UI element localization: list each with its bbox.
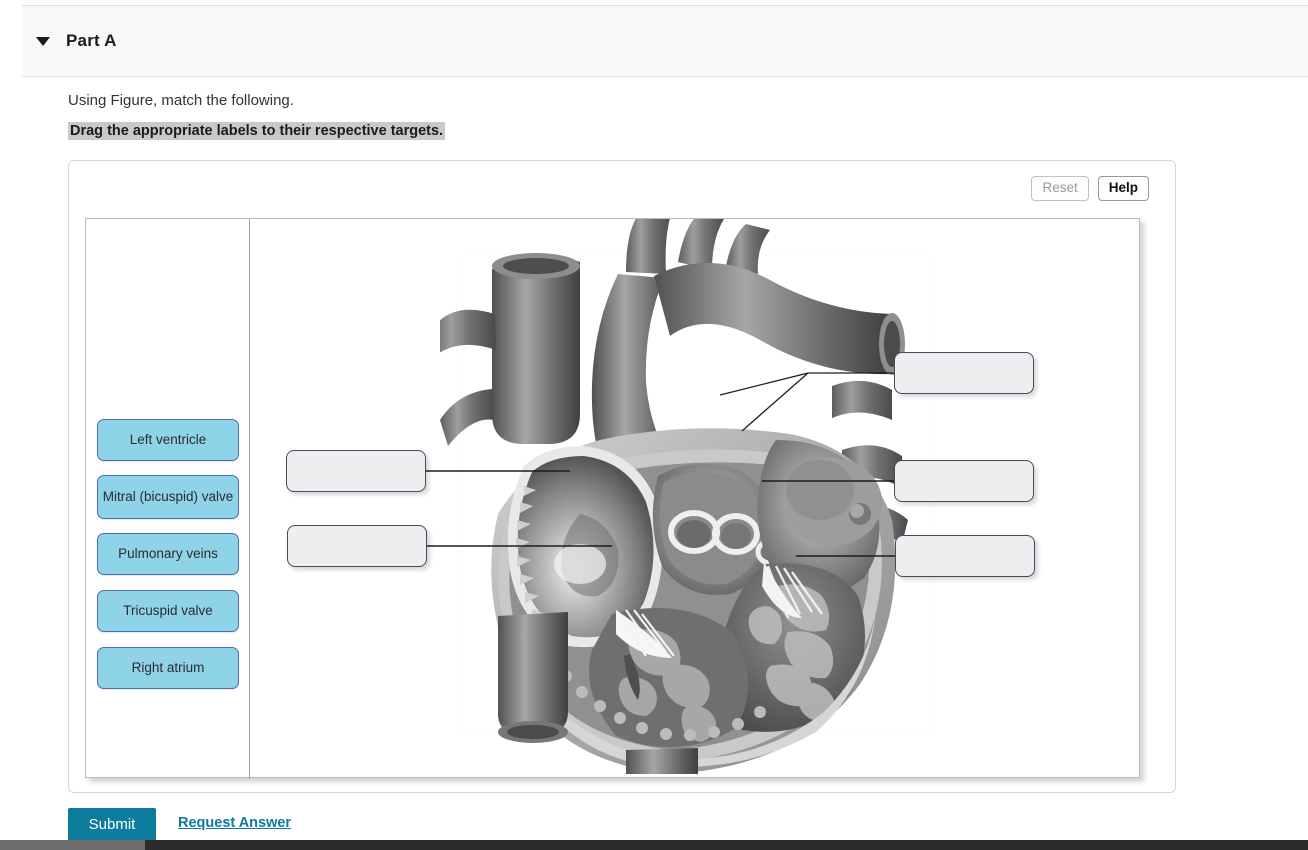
submit-button[interactable]: Submit (68, 808, 156, 841)
drop-target-right-lower[interactable] (895, 535, 1035, 577)
draggable-label-pulmonary-veins[interactable]: Pulmonary veins (97, 533, 239, 575)
drop-target-left-lower[interactable] (287, 525, 427, 567)
page-title: Part A (66, 31, 117, 51)
question-intro: Using Figure, match the following. (68, 92, 294, 109)
reset-button[interactable]: Reset (1031, 176, 1088, 201)
drop-target-right-upper[interactable] (894, 352, 1034, 394)
draggable-label-left-ventricle[interactable]: Left ventricle (97, 419, 239, 461)
activity-panel: Reset Help Left ventricle Mitral (bicusp… (68, 160, 1176, 793)
drop-target-left-upper[interactable] (286, 450, 426, 492)
draggable-label-mitral-valve[interactable]: Mitral (bicuspid) valve (97, 475, 239, 519)
help-button[interactable]: Help (1098, 176, 1149, 201)
question-instruction: Drag the appropriate labels to their res… (68, 122, 445, 140)
horizontal-scrollbar[interactable] (0, 840, 1308, 850)
heart-anatomy-illustration (440, 219, 970, 774)
chevron-down-icon[interactable] (36, 37, 50, 46)
draggable-label-right-atrium[interactable]: Right atrium (97, 647, 239, 689)
page-root: Part A Using Figure, match the following… (0, 0, 1308, 850)
drag-drop-area: Left ventricle Mitral (bicuspid) valve P… (85, 218, 1140, 778)
figure-stage (250, 219, 1139, 777)
label-bank: Left ventricle Mitral (bicuspid) valve P… (86, 219, 249, 779)
draggable-label-tricuspid-valve[interactable]: Tricuspid valve (97, 590, 239, 632)
part-header: Part A (22, 5, 1308, 77)
activity-toolbar: Reset Help (1031, 176, 1149, 201)
scrollbar-thumb[interactable] (0, 840, 145, 850)
request-answer-link[interactable]: Request Answer (178, 815, 291, 831)
drop-target-right-mid[interactable] (894, 460, 1034, 502)
